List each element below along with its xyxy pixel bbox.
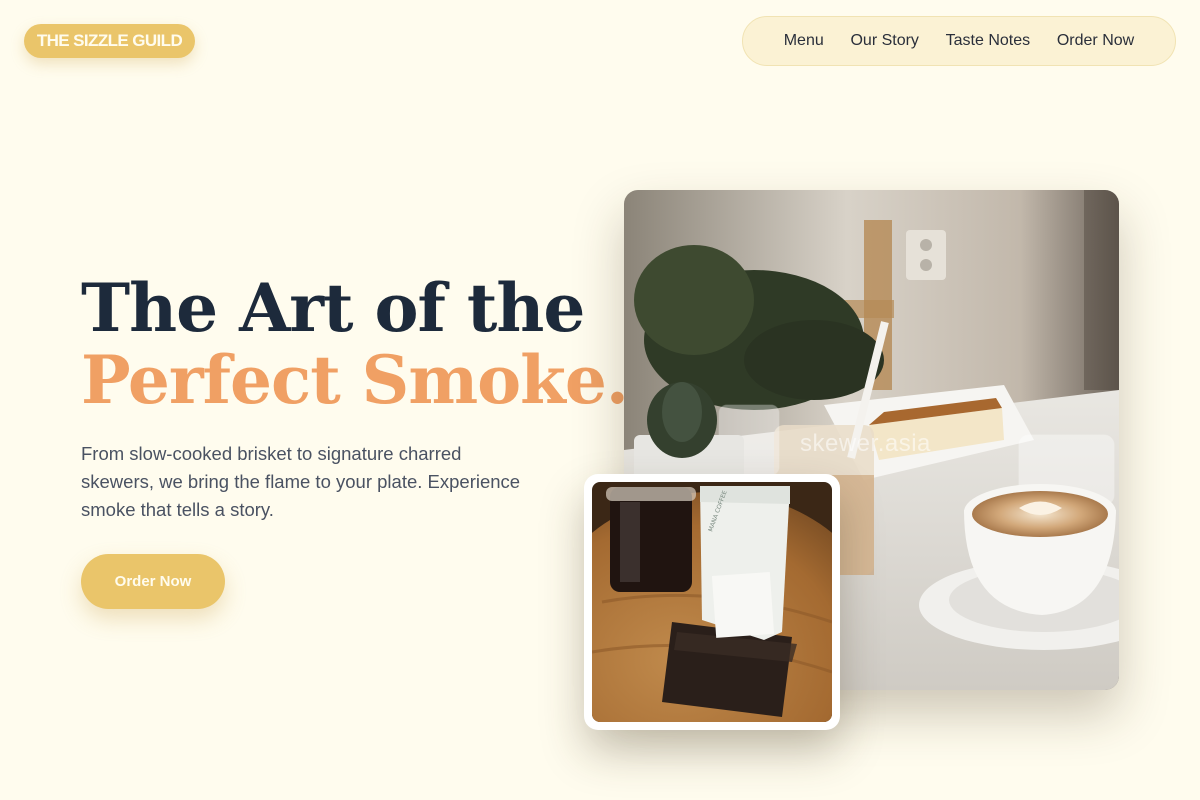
hero-headline-line2: Perfect Smoke. — [81, 341, 629, 419]
hero-photo-inset: MANA COFFEE — [584, 474, 840, 730]
nav-item-our-story[interactable]: Our Story — [850, 32, 918, 50]
hero-headline: The Art of the Perfect Smoke. — [81, 269, 629, 419]
top-nav: Menu Our Story Taste Notes Order Now — [742, 16, 1176, 66]
nav-item-order-now[interactable]: Order Now — [1057, 32, 1134, 50]
nav-item-menu[interactable]: Menu — [784, 32, 824, 50]
order-now-button[interactable]: Order Now — [81, 554, 225, 609]
coffee-bag-photo: MANA COFFEE — [592, 482, 832, 722]
brand-logo[interactable]: THE SIZZLE GUILD — [24, 24, 195, 58]
hero-subtext: From slow-cooked brisket to signature ch… — [81, 443, 521, 520]
hero-headline-line1: The Art of the — [81, 269, 585, 347]
photo-watermark: skewer.asia — [800, 430, 931, 457]
landing-page: THE SIZZLE GUILD Menu Our Story Taste No… — [0, 0, 1200, 800]
photo-inset-frame: MANA COFFEE — [592, 482, 832, 722]
nav-item-taste-notes[interactable]: Taste Notes — [946, 32, 1030, 50]
